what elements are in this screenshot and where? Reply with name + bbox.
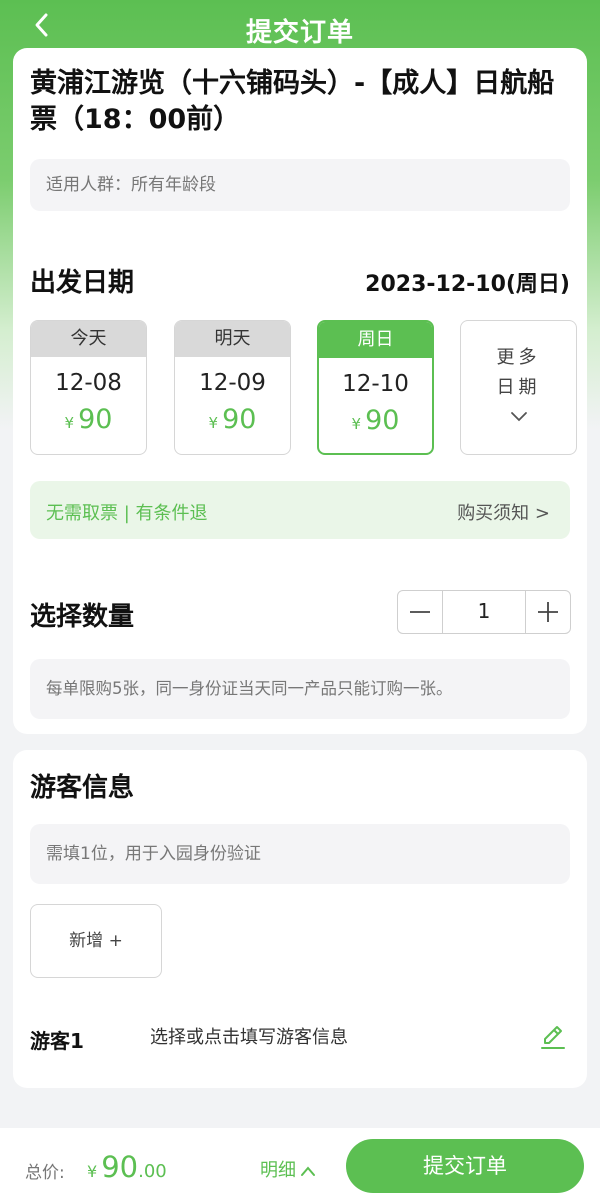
- ticket-policy: 无需取票 | 有条件退: [46, 503, 208, 524]
- decrement-button[interactable]: [398, 591, 442, 633]
- total-integer: 90: [101, 1150, 139, 1184]
- bottom-bar: 总价: ¥90.00 明细 提交订单: [0, 1128, 600, 1198]
- currency-symbol: ¥: [351, 415, 362, 433]
- currency-symbol: ¥: [87, 1162, 98, 1181]
- total-price: ¥90.00: [87, 1150, 167, 1184]
- visitor-label: 游客1: [30, 1029, 84, 1053]
- ticket-notice-bar: 无需取票 | 有条件退 购买须知 >: [30, 481, 570, 539]
- date-option-price: ¥90: [175, 404, 290, 435]
- date-option-today[interactable]: 今天 12-08 ¥90: [30, 320, 147, 455]
- quantity-title: 选择数量: [30, 602, 135, 632]
- date-option-price: ¥90: [31, 404, 146, 435]
- detail-label: 明细: [260, 1160, 296, 1181]
- total-decimal: .00: [138, 1161, 167, 1182]
- more-dates-label: 更多 日期: [461, 343, 576, 403]
- departure-title: 出发日期: [30, 268, 135, 298]
- selected-departure-date: 2023-12-10(周日): [365, 272, 570, 297]
- total-label: 总价:: [25, 1163, 65, 1183]
- more-dates-line2: 日期: [496, 377, 541, 398]
- purchase-limit-note: 每单限购5张，同一身份证当天同一产品只能订购一张。: [30, 659, 570, 719]
- quantity-stepper: 1: [397, 590, 571, 634]
- date-option-date: 12-08: [55, 370, 122, 396]
- plus-icon: [538, 602, 558, 622]
- add-visitor-button[interactable]: 新增 +: [30, 904, 162, 978]
- visitor-card: 游客信息 需填1位，用于入园身份验证 新增 + 游客1 选择或点击填写游客信息: [13, 750, 587, 1088]
- date-option-day: 今天: [31, 321, 146, 357]
- header: 提交订单: [0, 0, 600, 50]
- chevron-up-icon: [301, 1166, 315, 1176]
- price-value: 90: [78, 404, 113, 435]
- date-option-price: ¥90: [319, 405, 432, 436]
- minus-icon: [410, 611, 430, 613]
- edit-pencil-icon[interactable]: [539, 1023, 567, 1051]
- product-title: 黄浦江游览（十六铺码头）-【成人】日航船票（18：00前）: [30, 68, 555, 135]
- visitor-info-title: 游客信息: [30, 773, 135, 803]
- submit-order-button[interactable]: 提交订单: [346, 1139, 584, 1193]
- price-value: 90: [222, 404, 257, 435]
- suitable-audience: 适用人群：所有年龄段: [30, 159, 570, 211]
- chevron-down-icon: [510, 412, 527, 422]
- page-title: 提交订单: [245, 18, 354, 48]
- more-dates-line1: 更多: [496, 347, 541, 368]
- date-option-tomorrow[interactable]: 明天 12-09 ¥90: [174, 320, 291, 455]
- price-value: 90: [365, 405, 400, 436]
- visitor-requirement-note: 需填1位，用于入园身份验证: [30, 824, 570, 884]
- currency-symbol: ¥: [64, 414, 75, 432]
- purchase-notice-link[interactable]: 购买须知 >: [457, 499, 550, 525]
- date-option-date: 12-10: [342, 371, 409, 397]
- date-option-sunday[interactable]: 周日 12-10 ¥90: [317, 320, 434, 455]
- price-detail-link[interactable]: 明细: [260, 1156, 316, 1182]
- date-option-day: 周日: [319, 322, 432, 358]
- date-option-day: 明天: [175, 321, 290, 357]
- increment-button[interactable]: [526, 591, 570, 633]
- order-card: 黄浦江游览（十六铺码头）-【成人】日航船票（18：00前） 适用人群：所有年龄段…: [13, 48, 587, 734]
- quantity-value[interactable]: 1: [442, 591, 526, 633]
- currency-symbol: ¥: [208, 414, 219, 432]
- more-dates-button[interactable]: 更多 日期: [460, 320, 577, 455]
- date-option-date: 12-09: [199, 370, 266, 396]
- visitor-select-field[interactable]: 选择或点击填写游客信息: [150, 1023, 348, 1049]
